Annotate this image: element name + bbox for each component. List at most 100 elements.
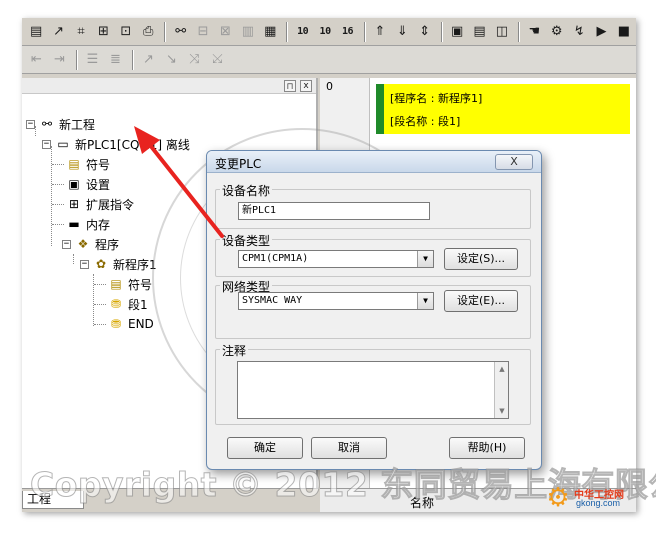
hex-16-icon[interactable]: 16: [337, 21, 357, 42]
device-name-label: 设备名称: [220, 182, 273, 199]
save-chip-icon[interactable]: ▣: [447, 21, 467, 42]
network-type-value: SYSMAC WAY: [242, 295, 303, 306]
open-icon[interactable]: ↗: [48, 21, 68, 42]
device-name-field[interactable]: 新PLC1: [238, 202, 430, 220]
pin-icon[interactable]: ⊓: [284, 80, 296, 92]
dialog-title: 变更PLC: [215, 157, 262, 171]
device-type-label: 设备类型: [220, 232, 273, 249]
programs-icon: ❖: [77, 237, 89, 251]
tree-item-label: 新PLC1[CQM1] 离线: [75, 137, 190, 152]
table-icon[interactable]: ▤: [469, 21, 489, 42]
tree-item-symbols[interactable]: ▤ 符号: [66, 155, 110, 173]
tree-item-label: 内存: [86, 217, 111, 232]
tree-item-settings[interactable]: ▣ 设置: [66, 175, 110, 193]
new-file-icon[interactable]: ▤: [26, 21, 46, 42]
close-icon[interactable]: x: [300, 80, 312, 92]
gear-icon[interactable]: ⚙: [547, 21, 567, 42]
print-icon[interactable]: ⎙: [138, 21, 158, 42]
list-a-icon[interactable]: ☰: [82, 49, 103, 70]
collapse-icon[interactable]: −: [42, 139, 51, 149]
comment-textarea[interactable]: ▲ ▼: [237, 361, 509, 419]
gear-logo-icon: ⚙: [546, 483, 570, 513]
collapse-icon[interactable]: −: [26, 119, 35, 129]
stop-icon[interactable]: ■: [614, 21, 634, 42]
tree-item-label: 符号: [128, 277, 153, 292]
network-type-settings-button[interactable]: 设定(E)...: [444, 290, 518, 312]
tree-item-label: 新工程: [59, 117, 96, 132]
tree-item-program1[interactable]: − ✿ 新程序1: [80, 255, 157, 273]
indent-right-icon[interactable]: ⇥: [49, 49, 70, 70]
decimal-10-icon[interactable]: 10: [315, 21, 335, 42]
section-icon: ⛃: [110, 317, 122, 331]
list-b-icon[interactable]: ≣: [105, 49, 126, 70]
dim-a-icon[interactable]: ⊟: [193, 21, 213, 42]
up-arrow-icon[interactable]: ⇑: [370, 21, 390, 42]
tool-a-icon[interactable]: ↗: [138, 49, 159, 70]
network-icon: ⚯: [41, 117, 53, 131]
camera-icon[interactable]: ◫: [492, 21, 512, 42]
tree-icon[interactable]: ⚯: [170, 21, 190, 42]
hand-icon[interactable]: ☚: [524, 21, 544, 42]
tree-item-programs[interactable]: − ❖ 程序: [62, 235, 119, 253]
network-type-group: 网络类型 SYSMAC WAY ▼ 设定(E)...: [215, 278, 531, 339]
cancel-button[interactable]: 取消: [311, 437, 387, 459]
change-plc-dialog: 变更PLC X 设备名称 新PLC1 设备类型 CPM1(CPM1A) ▼ 设定…: [206, 150, 542, 470]
dim-b-icon[interactable]: ⊠: [215, 21, 235, 42]
ok-button[interactable]: 确定: [227, 437, 303, 459]
device-type-select[interactable]: CPM1(CPM1A) ▼: [238, 250, 434, 268]
rung-bar: [376, 84, 384, 134]
calculator-icon[interactable]: ▦: [260, 21, 280, 42]
section-icon: ⛃: [110, 297, 122, 311]
toolbar-separator: [363, 21, 366, 42]
main-toolbar: ▤ ↗ ⌗ ⊞ ⊡ ⎙ ⚯ ⊟ ⊠ ▥ ▦ 10 10 16 ⇑ ⇓ ⇕ ▣ ▤…: [22, 18, 636, 46]
tree-item-end[interactable]: ⛃ END: [108, 315, 154, 333]
binary-10-icon[interactable]: 10: [292, 21, 312, 42]
tree-panel-header: ⊓ x: [22, 78, 316, 94]
tool-c-icon[interactable]: ⤨: [184, 49, 205, 70]
tree-item-project[interactable]: − ⚯ 新工程: [26, 115, 95, 133]
tree-line: [52, 184, 64, 185]
tree-line: [52, 224, 64, 225]
tree-item-label: 设置: [86, 177, 111, 192]
multi-arrow-icon[interactable]: ⇕: [415, 21, 435, 42]
image-b-icon[interactable]: ⊞: [93, 21, 113, 42]
tool-b-icon[interactable]: ↘: [161, 49, 182, 70]
layout-icon[interactable]: ⊡: [116, 21, 136, 42]
tree-item-program-symbols[interactable]: ▤ 符号: [108, 275, 152, 293]
rung-number: 0: [326, 80, 333, 93]
tool-d-icon[interactable]: ⤩: [207, 49, 228, 70]
toolbar-separator: [286, 21, 289, 42]
scroll-down-icon[interactable]: ▼: [495, 404, 509, 418]
plc-device-icon: ▭: [57, 137, 69, 151]
collapse-icon[interactable]: −: [80, 259, 89, 269]
down-arrow-icon[interactable]: ⇓: [392, 21, 412, 42]
tree-item-memory[interactable]: ▬ 内存: [66, 215, 110, 233]
network-type-select[interactable]: SYSMAC WAY ▼: [238, 292, 434, 310]
secondary-toolbar: ⇤ ⇥ ☰ ≣ ↗ ↘ ⤨ ⤩: [22, 46, 636, 74]
tree-line: [94, 284, 106, 285]
tree-item-label: 扩展指令: [86, 197, 135, 212]
chevron-down-icon[interactable]: ▼: [417, 251, 433, 267]
dim-c-icon[interactable]: ▥: [238, 21, 258, 42]
run-icon[interactable]: ▶: [591, 21, 611, 42]
tree-item-expansion[interactable]: ⊞ 扩展指令: [66, 195, 134, 213]
toolbar-separator: [518, 21, 521, 42]
image-a-icon[interactable]: ⌗: [71, 21, 91, 42]
collapse-icon[interactable]: −: [62, 239, 71, 249]
tree-item-plc[interactable]: − ▭ 新PLC1[CQM1] 离线: [42, 135, 190, 153]
tree-item-label: 符号: [86, 157, 111, 172]
tree-line: [52, 204, 64, 205]
comment-scrollbar[interactable]: ▲ ▼: [494, 362, 508, 418]
device-type-settings-button[interactable]: 设定(S)...: [444, 248, 518, 270]
indent-left-icon[interactable]: ⇤: [26, 49, 47, 70]
dialog-close-button[interactable]: X: [495, 154, 533, 170]
tree-item-section1[interactable]: ⛃ 段1: [108, 295, 148, 313]
dialog-titlebar[interactable]: 变更PLC X: [207, 151, 541, 173]
help-button[interactable]: 帮助(H): [449, 437, 525, 459]
chevron-down-icon[interactable]: ▼: [417, 293, 433, 309]
device-name-group: 设备名称 新PLC1: [215, 182, 531, 229]
compile-icon[interactable]: ↯: [569, 21, 589, 42]
scroll-up-icon[interactable]: ▲: [495, 362, 509, 376]
toolbar-separator: [440, 21, 443, 42]
symbols-icon: ▤: [68, 157, 80, 171]
